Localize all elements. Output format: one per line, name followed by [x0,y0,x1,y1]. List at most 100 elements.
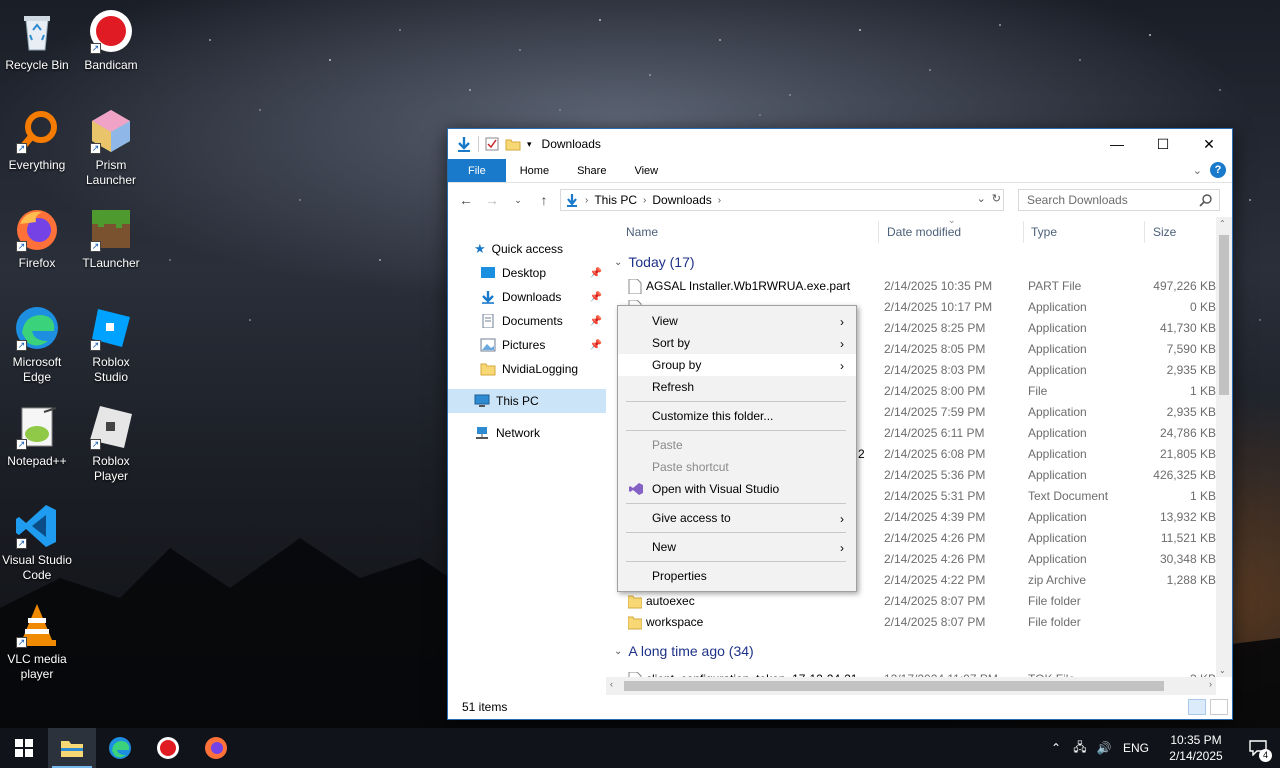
address-row: ← → ⌄ ↑ › This PC › Downloads › ⌄ ↻ [448,183,1232,217]
firefox-icon [205,737,227,759]
file-type: File folder [1028,594,1081,608]
menu-item-customize-folder[interactable]: Customize this folder... [618,405,856,427]
desktop-icon-label: Notepad++ [7,454,67,468]
nav-this-pc[interactable]: This PC [448,389,606,413]
language-indicator[interactable]: ENG [1116,741,1156,755]
refresh-icon[interactable]: ↻ [992,192,1001,205]
large-icons-view-button[interactable] [1210,699,1228,715]
desktop-icon-vscode[interactable]: ↗ Visual Studio Code [0,503,74,583]
search-input[interactable] [1027,193,1187,207]
group-header-today[interactable]: ⌄ Today (17) [614,254,695,270]
nav-nvidialogging[interactable]: NvidiaLogging [448,357,606,381]
column-date-modified[interactable]: Date modified [887,225,961,239]
desktop-icon-firefox[interactable]: ↗ Firefox [0,206,74,271]
taskbar-bandicam[interactable] [144,728,192,768]
desktop-icon-prism-launcher[interactable]: ↗ Prism Launcher [74,108,148,188]
back-button[interactable]: ← [456,192,476,208]
properties-check-icon[interactable] [485,137,499,151]
menu-item-refresh[interactable]: Refresh [618,376,856,398]
menu-item-view[interactable]: View › [618,310,856,332]
desktop-icon-notepad-plus-plus[interactable]: ↗ Notepad++ [0,404,74,469]
desktop-icon-roblox-player[interactable]: ↗ Roblox Player [74,404,148,484]
expand-ribbon-icon[interactable]: ⌄ [1193,164,1202,177]
tab-home[interactable]: Home [506,159,563,182]
file-row[interactable]: AGSAL Installer.Wb1RWRUA.exe.part 2/14/20… [606,276,1216,297]
visual-studio-icon [629,483,643,495]
desktop-icon-roblox-studio[interactable]: ↗ Roblox Studio [74,305,148,385]
taskbar-edge[interactable] [96,728,144,768]
taskbar-firefox[interactable] [192,728,240,768]
nav-pictures[interactable]: Pictures 📌 [448,333,606,357]
up-button[interactable]: ↑ [534,192,554,208]
file-date: 2/14/2025 8:05 PM [884,342,986,356]
file-size: 41,730 KB [1159,321,1216,335]
menu-item-new[interactable]: New › [618,536,856,558]
tab-file[interactable]: File [448,159,506,182]
action-center-button[interactable]: 4 [1236,728,1280,768]
nav-label: Downloads [502,290,562,304]
desktop-icon-bandicam[interactable]: ↗ Bandicam [74,8,148,73]
vertical-scrollbar[interactable]: ⌃ ⌄ [1216,217,1232,677]
file-date: 2/14/2025 7:59 PM [884,405,986,419]
clock[interactable]: 10:35 PM 2/14/2025 [1156,732,1236,764]
tab-share[interactable]: Share [563,159,620,182]
recycle-bin-icon [14,8,60,54]
menu-item-give-access-to[interactable]: Give access to › [618,507,856,529]
desktop-icon-label: Visual Studio Code [2,553,72,582]
address-history-dropdown[interactable]: ⌄ [977,192,986,205]
menu-separator [626,430,846,431]
file-size: 11,521 KB [1160,531,1216,545]
file-row[interactable]: autoexec 2/14/2025 8:07 PM File folder [606,591,1216,612]
horizontal-scrollbar[interactable]: ‹ › [606,677,1216,695]
forward-button[interactable]: → [482,192,502,208]
clock-time: 10:35 PM [1170,733,1222,747]
details-view-button[interactable] [1188,699,1206,715]
column-size[interactable]: Size [1153,225,1176,239]
volume-icon[interactable]: 🔊 [1092,741,1116,755]
search-box[interactable] [1018,189,1220,211]
desktop-icon-tlauncher[interactable]: ↗ TLauncher [74,206,148,271]
file-name: workspace [646,615,704,629]
help-icon[interactable]: ? [1210,162,1226,178]
file-icon [628,279,642,294]
file-row[interactable]: workspace 2/14/2025 8:07 PM File folder [606,612,1216,633]
recent-locations-dropdown[interactable]: ⌄ [508,195,528,206]
notification-count-badge: 4 [1259,749,1272,762]
address-bar[interactable]: › This PC › Downloads › ⌄ ↻ [560,189,1004,211]
title-bar[interactable]: ▾ Downloads — ☐ ✕ [448,129,1232,159]
maximize-button[interactable]: ☐ [1140,129,1186,159]
show-hidden-icons-chevron-icon[interactable]: ⌃ [1044,741,1068,755]
desktop-icon-everything[interactable]: ↗ Everything [0,108,74,173]
nav-network[interactable]: Network [448,421,606,445]
nav-desktop[interactable]: Desktop 📌 [448,261,606,285]
new-folder-icon[interactable] [505,137,521,151]
nav-quick-access[interactable]: ★ Quick access [448,237,606,261]
network-icon[interactable]: 🖧 [1068,738,1092,759]
column-name[interactable]: Name [626,225,658,239]
computer-icon [474,394,490,407]
file-type: File folder [1028,615,1081,629]
menu-item-properties[interactable]: Properties [618,565,856,587]
minimize-button[interactable]: — [1094,129,1140,159]
menu-item-paste-shortcut[interactable]: Paste shortcut [618,456,856,478]
group-header-long-ago[interactable]: ⌄ A long time ago (34) [614,643,754,659]
breadcrumb-downloads[interactable]: Downloads [652,193,711,207]
nav-label: Desktop [502,266,547,280]
column-type[interactable]: Type [1031,225,1057,239]
desktop-icon-recycle-bin[interactable]: Recycle Bin [0,8,74,73]
breadcrumb-this-pc[interactable]: This PC [594,193,637,207]
menu-item-group-by[interactable]: Group by › [618,354,856,376]
desktop-icon-vlc[interactable]: ↗ VLC media player [0,602,74,682]
tab-view[interactable]: View [620,159,672,182]
menu-item-sort-by[interactable]: Sort by › [618,332,856,354]
quick-access-toolbar-dropdown[interactable]: ▾ [527,139,532,150]
menu-item-open-with-visual-studio[interactable]: Open with Visual Studio [618,478,856,500]
nav-downloads[interactable]: Downloads 📌 [448,285,606,309]
nav-documents[interactable]: Documents 📌 [448,309,606,333]
menu-item-paste[interactable]: Paste [618,434,856,456]
taskbar-file-explorer[interactable] [48,728,96,768]
start-button[interactable] [0,728,48,768]
desktop-icon-microsoft-edge[interactable]: ↗ Microsoft Edge [0,305,74,385]
network-icon [476,427,488,439]
close-button[interactable]: ✕ [1186,129,1232,159]
